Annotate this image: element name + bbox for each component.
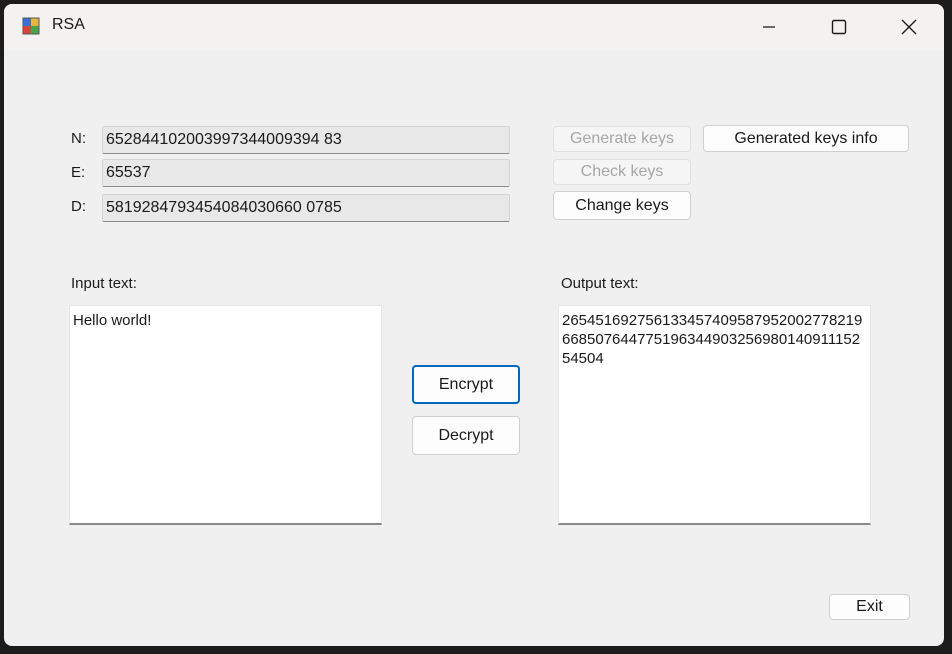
output-textarea[interactable]: 2654516927561334574095879520027782196685… [558,305,871,525]
d-label: D: [71,198,86,215]
output-text-label: Output text: [561,275,639,292]
rsa-window: RSA N: 652844102003997344009394 83 E: 65… [4,4,944,646]
close-icon [901,19,917,35]
minimize-button[interactable] [746,4,792,50]
n-label: N: [71,130,86,147]
check-keys-button[interactable]: Check keys [553,159,691,185]
exit-button[interactable]: Exit [829,594,910,620]
d-field[interactable]: 5819284793454084030660 0785 [102,194,510,222]
n-field[interactable]: 652844102003997344009394 83 [102,126,510,154]
title-bar: RSA [4,4,944,50]
decrypt-button[interactable]: Decrypt [412,416,520,455]
maximize-button[interactable] [816,4,862,50]
window-title: RSA [52,16,85,33]
minimize-icon [762,20,776,34]
encrypt-button[interactable]: Encrypt [412,365,520,404]
change-keys-button[interactable]: Change keys [553,191,691,220]
client-area: N: 652844102003997344009394 83 E: 65537 … [4,50,944,646]
e-field[interactable]: 65537 [102,159,510,187]
maximize-icon [831,19,847,35]
generated-keys-info-button[interactable]: Generated keys info [703,125,909,152]
generate-keys-button[interactable]: Generate keys [553,126,691,152]
input-text-label: Input text: [71,275,137,292]
app-icon [22,17,40,35]
close-button[interactable] [886,4,932,50]
input-textarea[interactable]: Hello world! [69,305,382,525]
e-label: E: [71,164,86,181]
